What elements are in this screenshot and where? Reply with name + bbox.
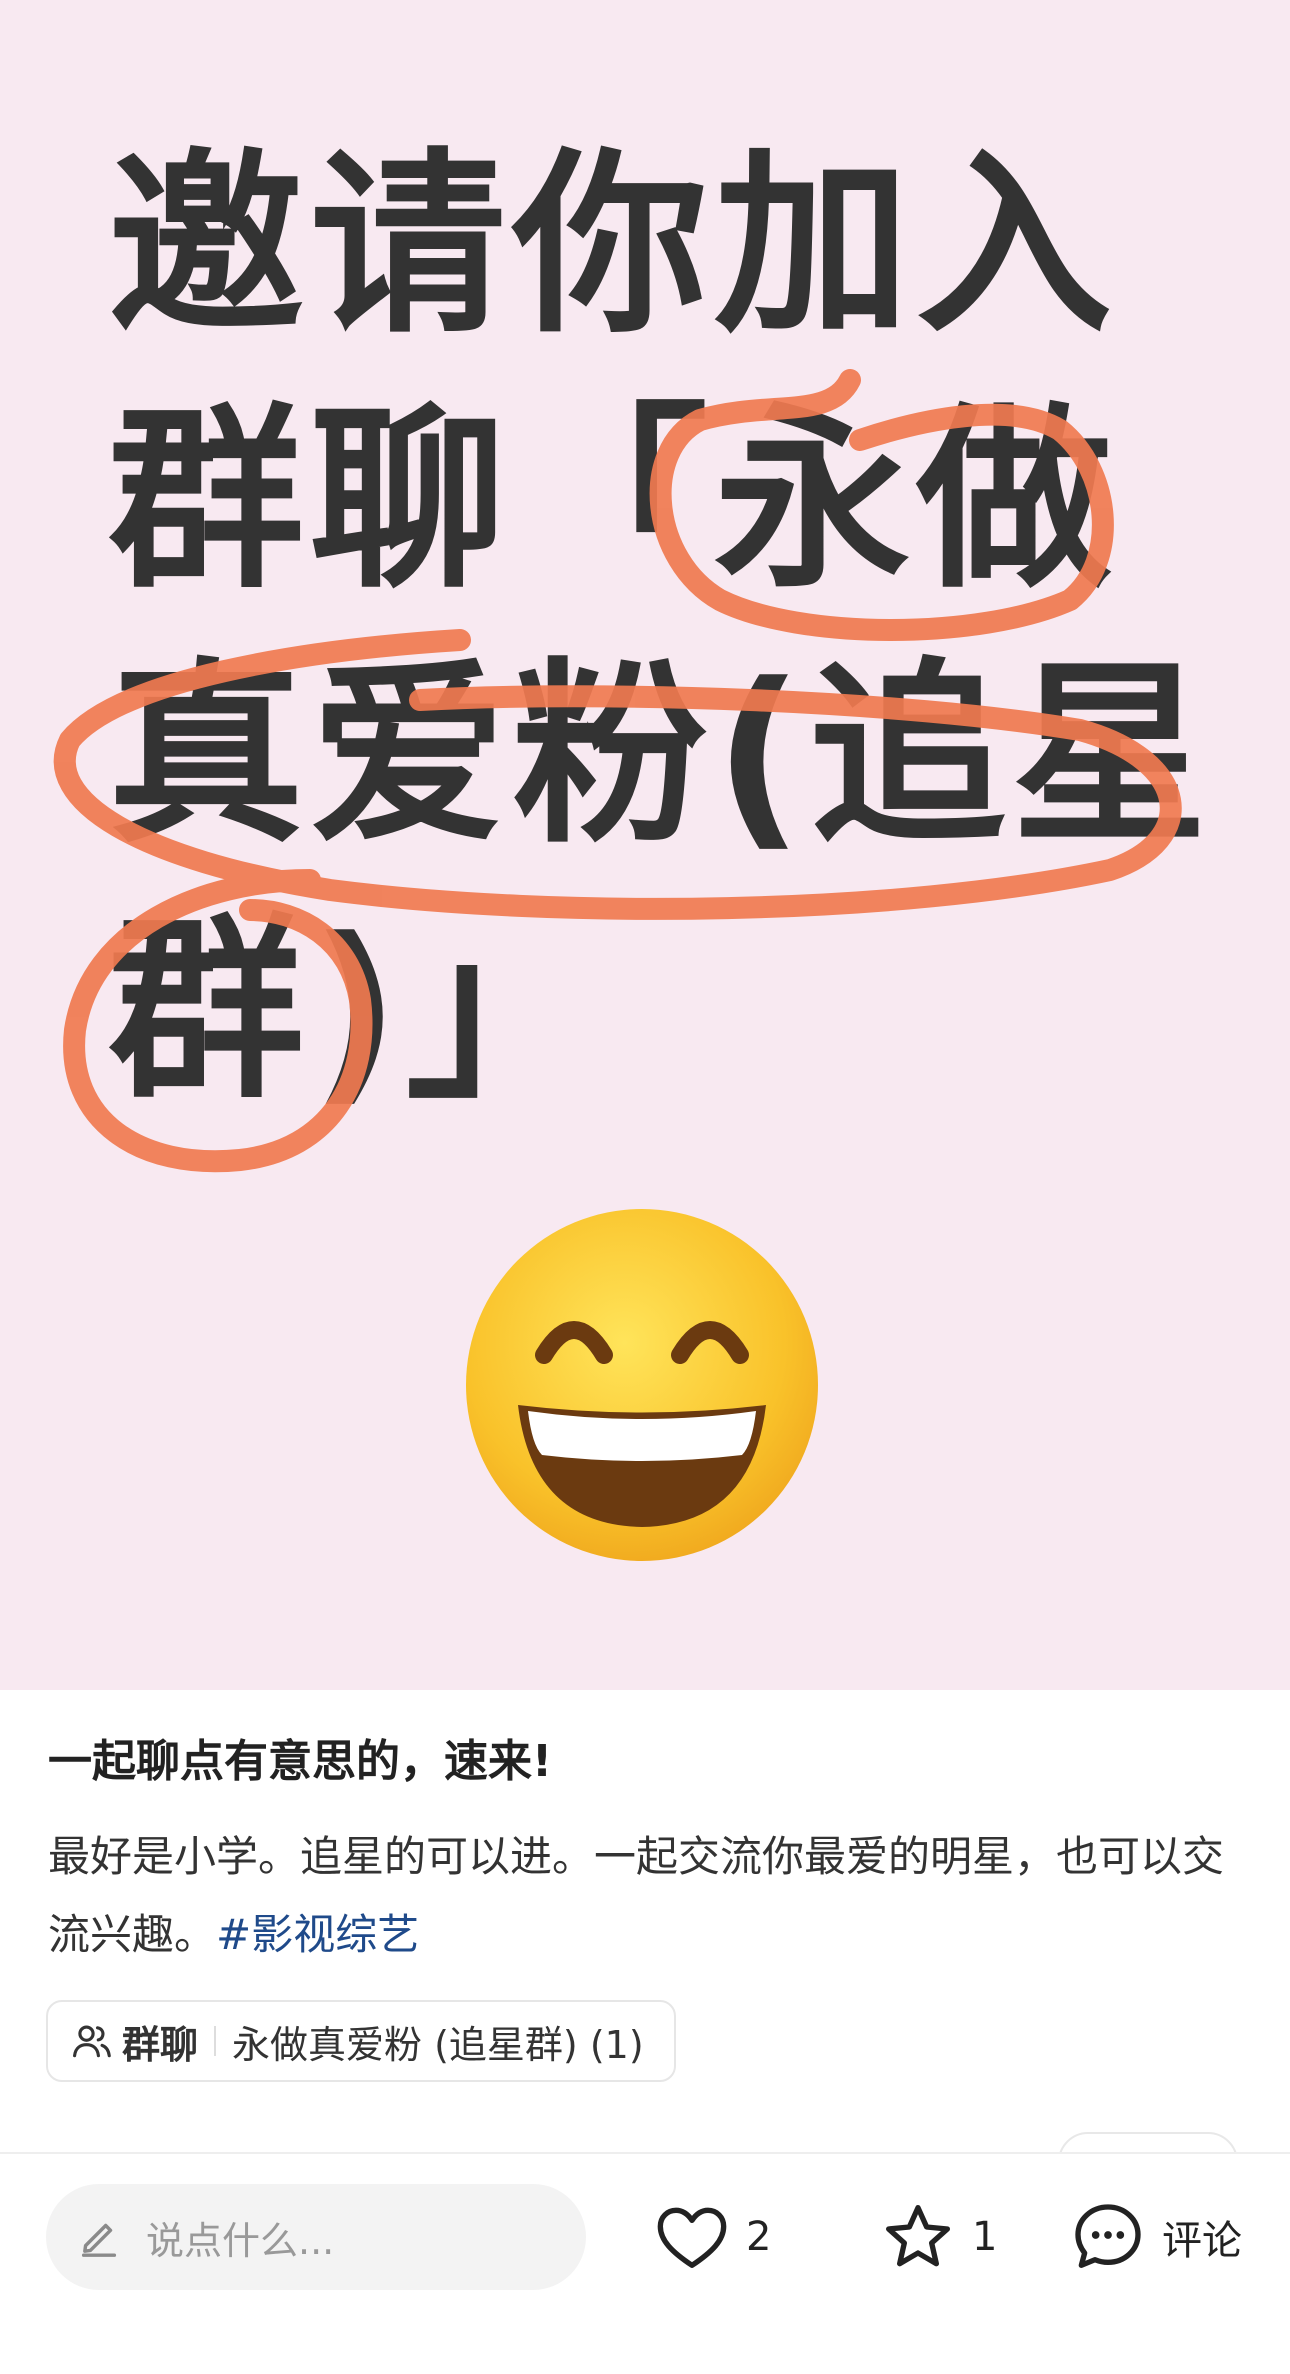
pencil-icon: [81, 2223, 117, 2257]
like-count: 2: [746, 2214, 772, 2260]
star-icon: [886, 2205, 950, 2267]
comment-label: 评论: [1162, 2218, 1242, 2264]
group-chat-card[interactable]: 群聊 永做真爱粉 (追星群) (1): [46, 2000, 676, 2082]
group-users-icon: [73, 2025, 111, 2058]
favorite-count: 1: [972, 2214, 998, 2260]
comment-button[interactable]: 评论: [1068, 2184, 1242, 2290]
cover-image[interactable]: 邀请你加入 群聊「永做 真爱粉(追星 群)」: [0, 0, 1290, 1690]
chip-divider: [214, 2026, 217, 2056]
grinning-face-icon: [466, 1209, 818, 1561]
post-title: 一起聊点有意思的，速来!: [48, 1736, 553, 1787]
hashtag-link[interactable]: #影视综艺: [216, 1910, 419, 1959]
comment-placeholder: 说点什么...: [146, 2218, 335, 2263]
group-chip-label: 群聊: [122, 2022, 199, 2067]
like-button[interactable]: 2: [652, 2184, 771, 2290]
comment-input[interactable]: 说点什么...: [46, 2184, 586, 2290]
group-chip-name: 永做真爱粉 (追星群) (1): [232, 2022, 644, 2067]
post-body: 最好是小学。追星的可以进。一起交流你最爱的明星，也可以交流兴趣。#影视综艺: [48, 1818, 1248, 1974]
heart-icon: [657, 2207, 727, 2268]
bottom-action-bar: 说点什么... 2 1 评论: [0, 2152, 1290, 2374]
favorite-button[interactable]: 1: [878, 2184, 997, 2290]
comment-bubble-icon: [1075, 2204, 1141, 2268]
